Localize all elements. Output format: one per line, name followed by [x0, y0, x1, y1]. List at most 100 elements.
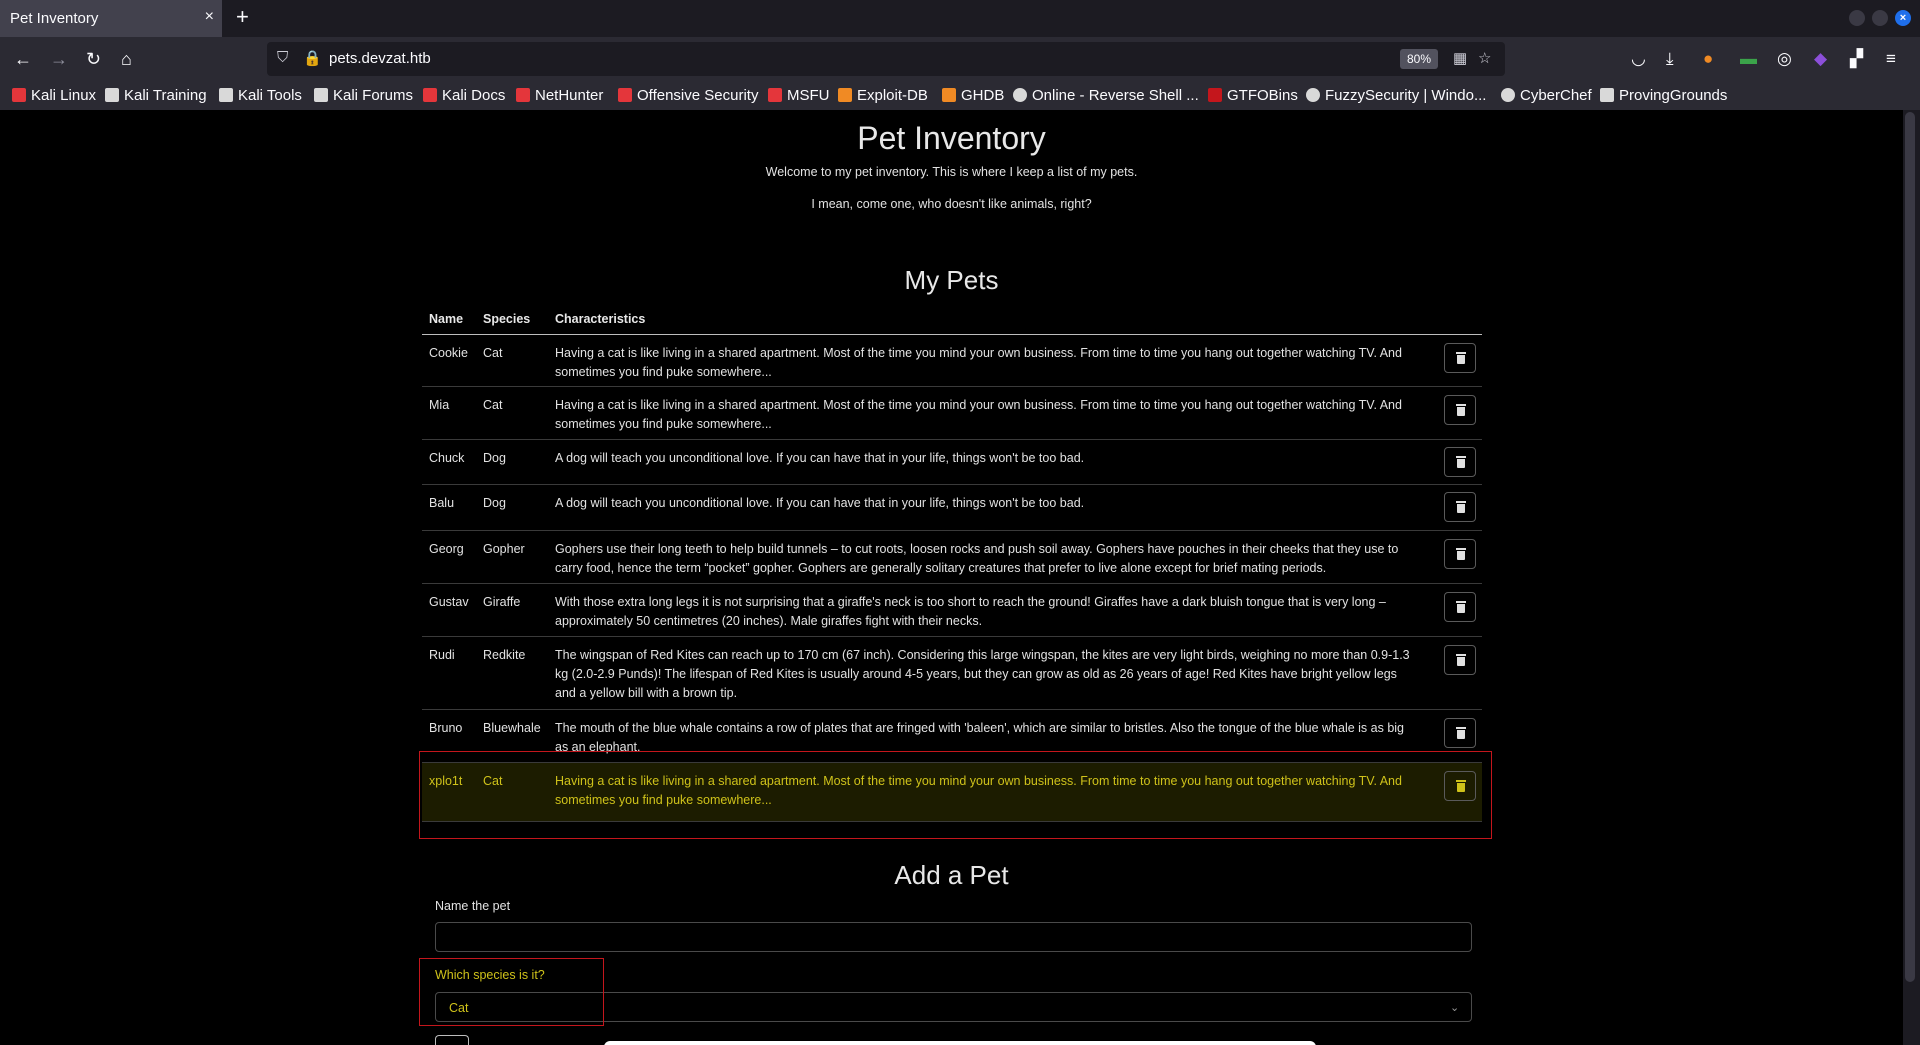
kali-dragon-icon — [105, 88, 119, 102]
table-row: Cookie Cat Having a cat is like living i… — [422, 335, 1482, 387]
delete-button[interactable] — [1444, 395, 1476, 425]
gtfobins-icon — [1208, 88, 1222, 102]
bookmark-kali-tools[interactable]: Kali Tools — [219, 87, 302, 104]
bookmark-label: NetHunter — [535, 87, 604, 104]
bookmark-label: CyberChef — [1520, 87, 1592, 104]
bookmark-kali-linux[interactable]: Kali Linux — [12, 87, 96, 104]
extension-glasses-icon[interactable]: ◎ — [1777, 49, 1792, 69]
trash-icon-body — [1457, 459, 1465, 468]
forward-icon[interactable]: → — [50, 49, 68, 70]
pet-species: Cat — [483, 398, 503, 412]
reload-icon[interactable]: ↻ — [86, 49, 101, 70]
delete-button[interactable] — [1444, 343, 1476, 373]
pet-name-input[interactable] — [435, 922, 1472, 952]
url-bar[interactable]: ⛉ 🔒 pets.devzat.htb 80% ▦ ☆ — [267, 42, 1505, 76]
pet-species: Redkite — [483, 648, 526, 662]
bookmark-offensive-security[interactable]: Offensive Security — [618, 87, 758, 104]
pet-species: Bluewhale — [483, 721, 541, 735]
shield-icon[interactable]: ⛉ — [277, 49, 288, 66]
ghdb-icon — [942, 88, 956, 102]
nethunter-icon — [516, 88, 530, 102]
bookmark-nethunter[interactable]: NetHunter — [516, 87, 603, 104]
intro-subtext: I mean, come one, who doesn't like anima… — [811, 197, 1092, 211]
bookmark-star-icon[interactable]: ☆ — [1478, 49, 1491, 67]
bookmark-ghdb[interactable]: GHDB — [942, 87, 1004, 104]
alien-icon — [1306, 88, 1320, 102]
zoom-level[interactable]: 80% — [1400, 49, 1438, 69]
kali-dragon-icon — [314, 88, 328, 102]
page-content: Pet Inventory Welcome to my pet inventor… — [0, 110, 1903, 1045]
bookmark-kali-docs[interactable]: Kali Docs — [423, 87, 505, 104]
pet-characteristics: Gophers use their long teeth to help bui… — [555, 542, 1399, 575]
bookmark-label: Kali Forums — [333, 87, 414, 104]
submit-button[interactable] — [435, 1035, 469, 1045]
provinggrounds-icon — [1600, 88, 1614, 102]
home-icon[interactable]: ⌂ — [121, 49, 132, 70]
scrollbar[interactable] — [1905, 112, 1915, 982]
bookmark-reverse-shell[interactable]: Online - Reverse Shell ... — [1013, 87, 1199, 104]
delete-button[interactable] — [1444, 592, 1476, 622]
close-tab-icon[interactable]: × — [205, 8, 214, 26]
bookmarks-bar: Kali Linux Kali Training Kali Tools Kali… — [0, 83, 1920, 110]
pet-characteristics: Having a cat is like living in a shared … — [555, 398, 1402, 431]
bookmark-label: Kali Docs — [442, 87, 506, 104]
kali-dragon-icon — [219, 88, 233, 102]
bookmark-exploit-db[interactable]: Exploit-DB — [838, 87, 928, 104]
bookmark-kali-forums[interactable]: Kali Forums — [314, 87, 413, 104]
trash-icon-body — [1457, 504, 1465, 513]
exploit-db-icon — [838, 88, 852, 102]
trash-icon-body — [1457, 730, 1465, 739]
trash-icon-body — [1457, 657, 1465, 666]
trash-icon-body — [1457, 604, 1465, 613]
browser-tab[interactable]: Pet Inventory × — [0, 0, 222, 37]
lock-icon[interactable]: 🔒 — [303, 49, 322, 67]
bookmark-cyberchef[interactable]: CyberChef — [1501, 87, 1592, 104]
burp-extension-icon[interactable]: ● — [1703, 49, 1713, 69]
bookmark-provinggrounds[interactable]: ProvingGrounds — [1600, 87, 1727, 104]
trash-icon — [1456, 654, 1466, 656]
pet-name: Bruno — [429, 721, 463, 735]
delete-button[interactable] — [1444, 539, 1476, 569]
extension-purple-icon[interactable]: ◆ — [1814, 49, 1827, 69]
pet-characteristics: With those extra long legs it is not sur… — [555, 595, 1386, 628]
delete-button[interactable] — [1444, 645, 1476, 675]
window-close-button[interactable]: × — [1895, 10, 1911, 26]
bookmark-msfu[interactable]: MSFU — [768, 87, 830, 104]
new-tab-button[interactable]: + — [236, 4, 249, 30]
pocket-icon[interactable]: ◡ — [1631, 49, 1646, 69]
pet-characteristics: A dog will teach you unconditional love.… — [555, 451, 1085, 465]
trash-icon — [1456, 727, 1466, 729]
bookmark-label: GHDB — [961, 87, 1005, 104]
bookmark-label: ProvingGrounds — [1619, 87, 1728, 104]
download-icon[interactable]: ⤓ — [1666, 49, 1674, 69]
table-row: Gustav Giraffe With those extra long leg… — [422, 584, 1482, 637]
pet-species: Gopher — [483, 542, 525, 556]
extensions-icon[interactable]: ▞ — [1850, 49, 1863, 69]
delete-button[interactable] — [1444, 492, 1476, 522]
url-text[interactable]: pets.devzat.htb — [329, 50, 431, 67]
bookmark-gtfobins[interactable]: GTFOBins — [1208, 87, 1298, 104]
table-row: Chuck Dog A dog will teach you unconditi… — [422, 440, 1482, 485]
maximize-button[interactable] — [1872, 10, 1888, 26]
kali-docs-icon — [423, 88, 437, 102]
delete-button[interactable] — [1444, 718, 1476, 748]
back-icon[interactable]: ← — [14, 49, 32, 70]
trash-icon — [1456, 404, 1466, 406]
bookmark-kali-training[interactable]: Kali Training — [105, 87, 207, 104]
bookmark-label: Online - Reverse Shell ... — [1032, 87, 1199, 104]
pet-name: Mia — [429, 398, 450, 412]
menu-icon[interactable]: ≡ — [1886, 49, 1896, 69]
bookmark-fuzzysecurity[interactable]: FuzzySecurity | Windo... — [1306, 87, 1486, 104]
bookmark-label: GTFOBins — [1227, 87, 1298, 104]
annotation-box-species — [419, 958, 604, 1026]
delete-button[interactable] — [1444, 447, 1476, 477]
minimize-button[interactable] — [1849, 10, 1865, 26]
trash-icon — [1456, 352, 1466, 354]
pet-name: Chuck — [429, 451, 465, 465]
table-row: Georg Gopher Gophers use their long teet… — [422, 531, 1482, 584]
offsec-icon — [618, 88, 632, 102]
extension-icon[interactable]: ▬ — [1740, 49, 1757, 69]
qr-code-icon[interactable]: ▦ — [1453, 49, 1467, 67]
table-header: Name Species Characteristics — [422, 304, 1482, 335]
trash-icon — [1456, 456, 1466, 458]
